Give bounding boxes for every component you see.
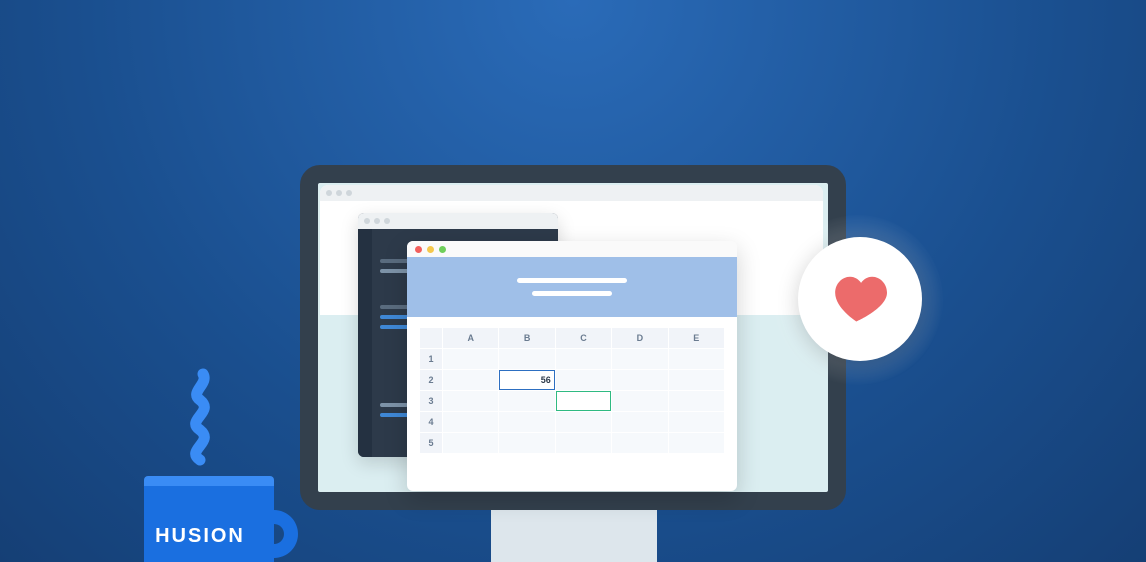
- monitor: A B C D E 1 2 56: [300, 165, 846, 510]
- row-header[interactable]: 4: [420, 412, 442, 432]
- selected-cell[interactable]: 56: [499, 370, 554, 390]
- spreadsheet-titlebar: [407, 241, 737, 257]
- cell[interactable]: [612, 391, 667, 411]
- window-dot-icon: [374, 218, 380, 224]
- browser-titlebar: [320, 185, 823, 201]
- cell[interactable]: [499, 349, 554, 369]
- cell[interactable]: [556, 349, 611, 369]
- col-header[interactable]: D: [612, 328, 667, 348]
- cell[interactable]: [556, 412, 611, 432]
- window-dot-icon: [384, 218, 390, 224]
- cell[interactable]: [499, 412, 554, 432]
- cell[interactable]: [443, 391, 498, 411]
- cell[interactable]: [669, 433, 724, 453]
- cell[interactable]: [612, 433, 667, 453]
- row-header[interactable]: 3: [420, 391, 442, 411]
- cell[interactable]: [669, 349, 724, 369]
- header-line: [532, 291, 612, 296]
- cell[interactable]: [443, 433, 498, 453]
- cell[interactable]: [443, 349, 498, 369]
- cell[interactable]: [556, 433, 611, 453]
- spreadsheet-grid[interactable]: A B C D E 1 2 56: [407, 317, 737, 464]
- window-dot-icon: [326, 190, 332, 196]
- grid-corner: [420, 328, 442, 348]
- cell[interactable]: [499, 433, 554, 453]
- col-header[interactable]: A: [443, 328, 498, 348]
- editor-gutter: [358, 229, 372, 457]
- spreadsheet-header: [407, 257, 737, 317]
- editor-titlebar: [358, 213, 558, 229]
- window-dot-icon: [336, 190, 342, 196]
- cell[interactable]: [612, 370, 667, 390]
- code-line: [380, 403, 408, 407]
- col-header[interactable]: E: [669, 328, 724, 348]
- cell[interactable]: [443, 412, 498, 432]
- heart-icon: [830, 272, 890, 326]
- mug-handle: [258, 510, 298, 558]
- spreadsheet-window: A B C D E 1 2 56: [407, 241, 737, 491]
- row-header[interactable]: 5: [420, 433, 442, 453]
- cell[interactable]: [499, 391, 554, 411]
- mug-label: HUSION: [155, 525, 245, 548]
- mug-rim: [144, 476, 274, 486]
- cell[interactable]: [443, 370, 498, 390]
- row-header[interactable]: 2: [420, 370, 442, 390]
- window-dot-icon: [346, 190, 352, 196]
- minimize-icon[interactable]: [427, 246, 434, 253]
- cell[interactable]: [556, 370, 611, 390]
- heart-badge: [798, 237, 922, 361]
- col-header[interactable]: B: [499, 328, 554, 348]
- monitor-stand: [491, 510, 657, 562]
- coffee-mug: HUSION: [144, 480, 274, 562]
- window-dot-icon: [364, 218, 370, 224]
- highlighted-cell[interactable]: [556, 391, 611, 411]
- cell[interactable]: [669, 391, 724, 411]
- steam-icon: [175, 368, 245, 473]
- cell[interactable]: [612, 412, 667, 432]
- code-line: [380, 259, 410, 263]
- cell[interactable]: [612, 349, 667, 369]
- cell[interactable]: [669, 412, 724, 432]
- close-icon[interactable]: [415, 246, 422, 253]
- maximize-icon[interactable]: [439, 246, 446, 253]
- cell[interactable]: [669, 370, 724, 390]
- code-line: [380, 325, 410, 329]
- row-header[interactable]: 1: [420, 349, 442, 369]
- header-line: [517, 278, 627, 283]
- col-header[interactable]: C: [556, 328, 611, 348]
